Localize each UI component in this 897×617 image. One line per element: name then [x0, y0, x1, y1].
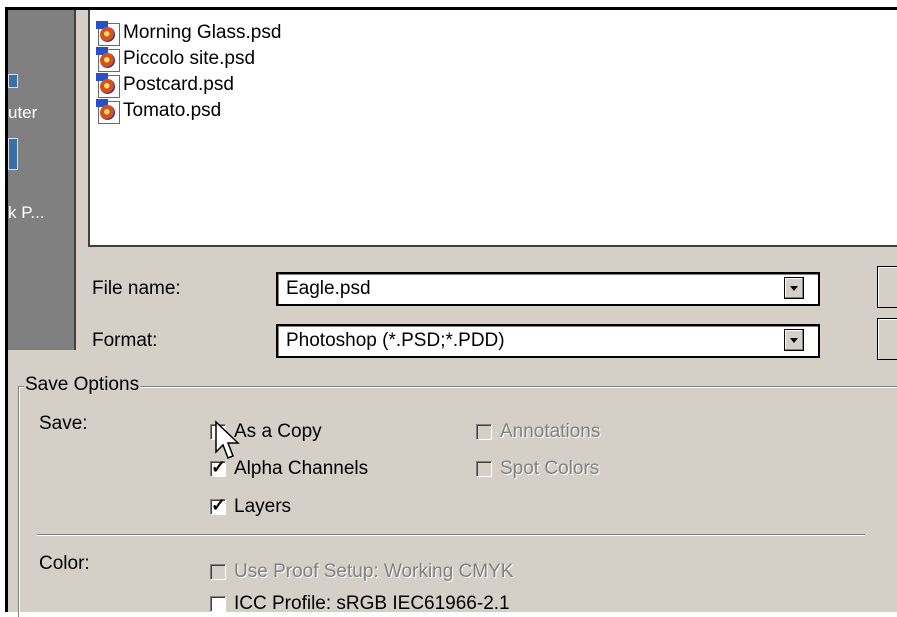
use-proof-setup-checkbox: Use Proof Setup: Working CMYK: [210, 561, 513, 583]
list-item[interactable]: Morning Glass.psd: [94, 20, 281, 46]
spot-colors-checkbox: Spot Colors: [476, 458, 599, 480]
file-name-label: Tomato.psd: [123, 100, 222, 121]
save-button[interactable]: [877, 266, 897, 308]
checkbox-box: [210, 564, 226, 580]
checkbox-box: [476, 461, 492, 477]
checkbox-box[interactable]: [210, 495, 226, 516]
checkbox-label: ICC Profile: sRGB IEC61966-2.1: [234, 593, 510, 614]
checkbox-label: Annotations: [500, 421, 601, 442]
file-name-combobox[interactable]: Eagle.psd: [276, 272, 820, 306]
psd-file-icon: [94, 20, 120, 46]
file-name-label: File name:: [92, 278, 181, 299]
checkbox-label: Layers: [234, 496, 292, 517]
icc-profile-checkbox[interactable]: ICC Profile: sRGB IEC61966-2.1: [210, 593, 510, 615]
file-list[interactable]: Morning Glass.psd Piccolo site.psd Postc…: [88, 10, 897, 247]
save-label: Save:: [39, 413, 88, 434]
mouse-pointer-icon: [215, 420, 240, 459]
checkbox-box[interactable]: [210, 596, 226, 612]
checkbox-box[interactable]: [210, 457, 226, 478]
computer-icon[interactable]: [8, 74, 18, 88]
checkbox-label: Use Proof Setup: Working CMYK: [234, 561, 514, 582]
save-options-title: Save Options: [24, 374, 141, 396]
checkbox-label: Alpha Channels: [234, 458, 369, 479]
annotations-checkbox: Annotations: [476, 421, 600, 443]
checkbox-label: Spot Colors: [500, 458, 600, 479]
list-item[interactable]: Postcard.psd: [94, 72, 234, 98]
divider: [37, 534, 865, 536]
psd-file-icon: [94, 46, 120, 72]
places-item-computer[interactable]: uter: [8, 103, 37, 123]
places-item-network[interactable]: k P...: [8, 203, 45, 223]
list-item[interactable]: Piccolo site.psd: [94, 46, 255, 72]
psd-file-icon: [94, 72, 120, 98]
places-bar: uter k P...: [8, 10, 76, 350]
checkbox-label: As a Copy: [234, 421, 322, 442]
checkbox-box: [476, 424, 492, 440]
chevron-down-icon[interactable]: [784, 277, 804, 299]
file-name-label: Piccolo site.psd: [123, 48, 256, 69]
file-name-label: Morning Glass.psd: [123, 22, 282, 43]
format-select[interactable]: Photoshop (*.PSD;*.PDD): [276, 324, 820, 358]
file-name-label: Postcard.psd: [123, 74, 234, 95]
chevron-down-icon[interactable]: [784, 329, 804, 351]
list-item[interactable]: Tomato.psd: [94, 98, 221, 124]
file-name-value: Eagle.psd: [286, 278, 371, 299]
cancel-button[interactable]: [877, 318, 897, 360]
format-label: Format:: [92, 330, 158, 351]
layers-checkbox[interactable]: Layers: [210, 495, 292, 518]
color-label: Color:: [39, 553, 90, 574]
psd-file-icon: [94, 98, 120, 124]
format-value: Photoshop (*.PSD;*.PDD): [286, 330, 505, 351]
network-places-icon[interactable]: [8, 138, 18, 170]
